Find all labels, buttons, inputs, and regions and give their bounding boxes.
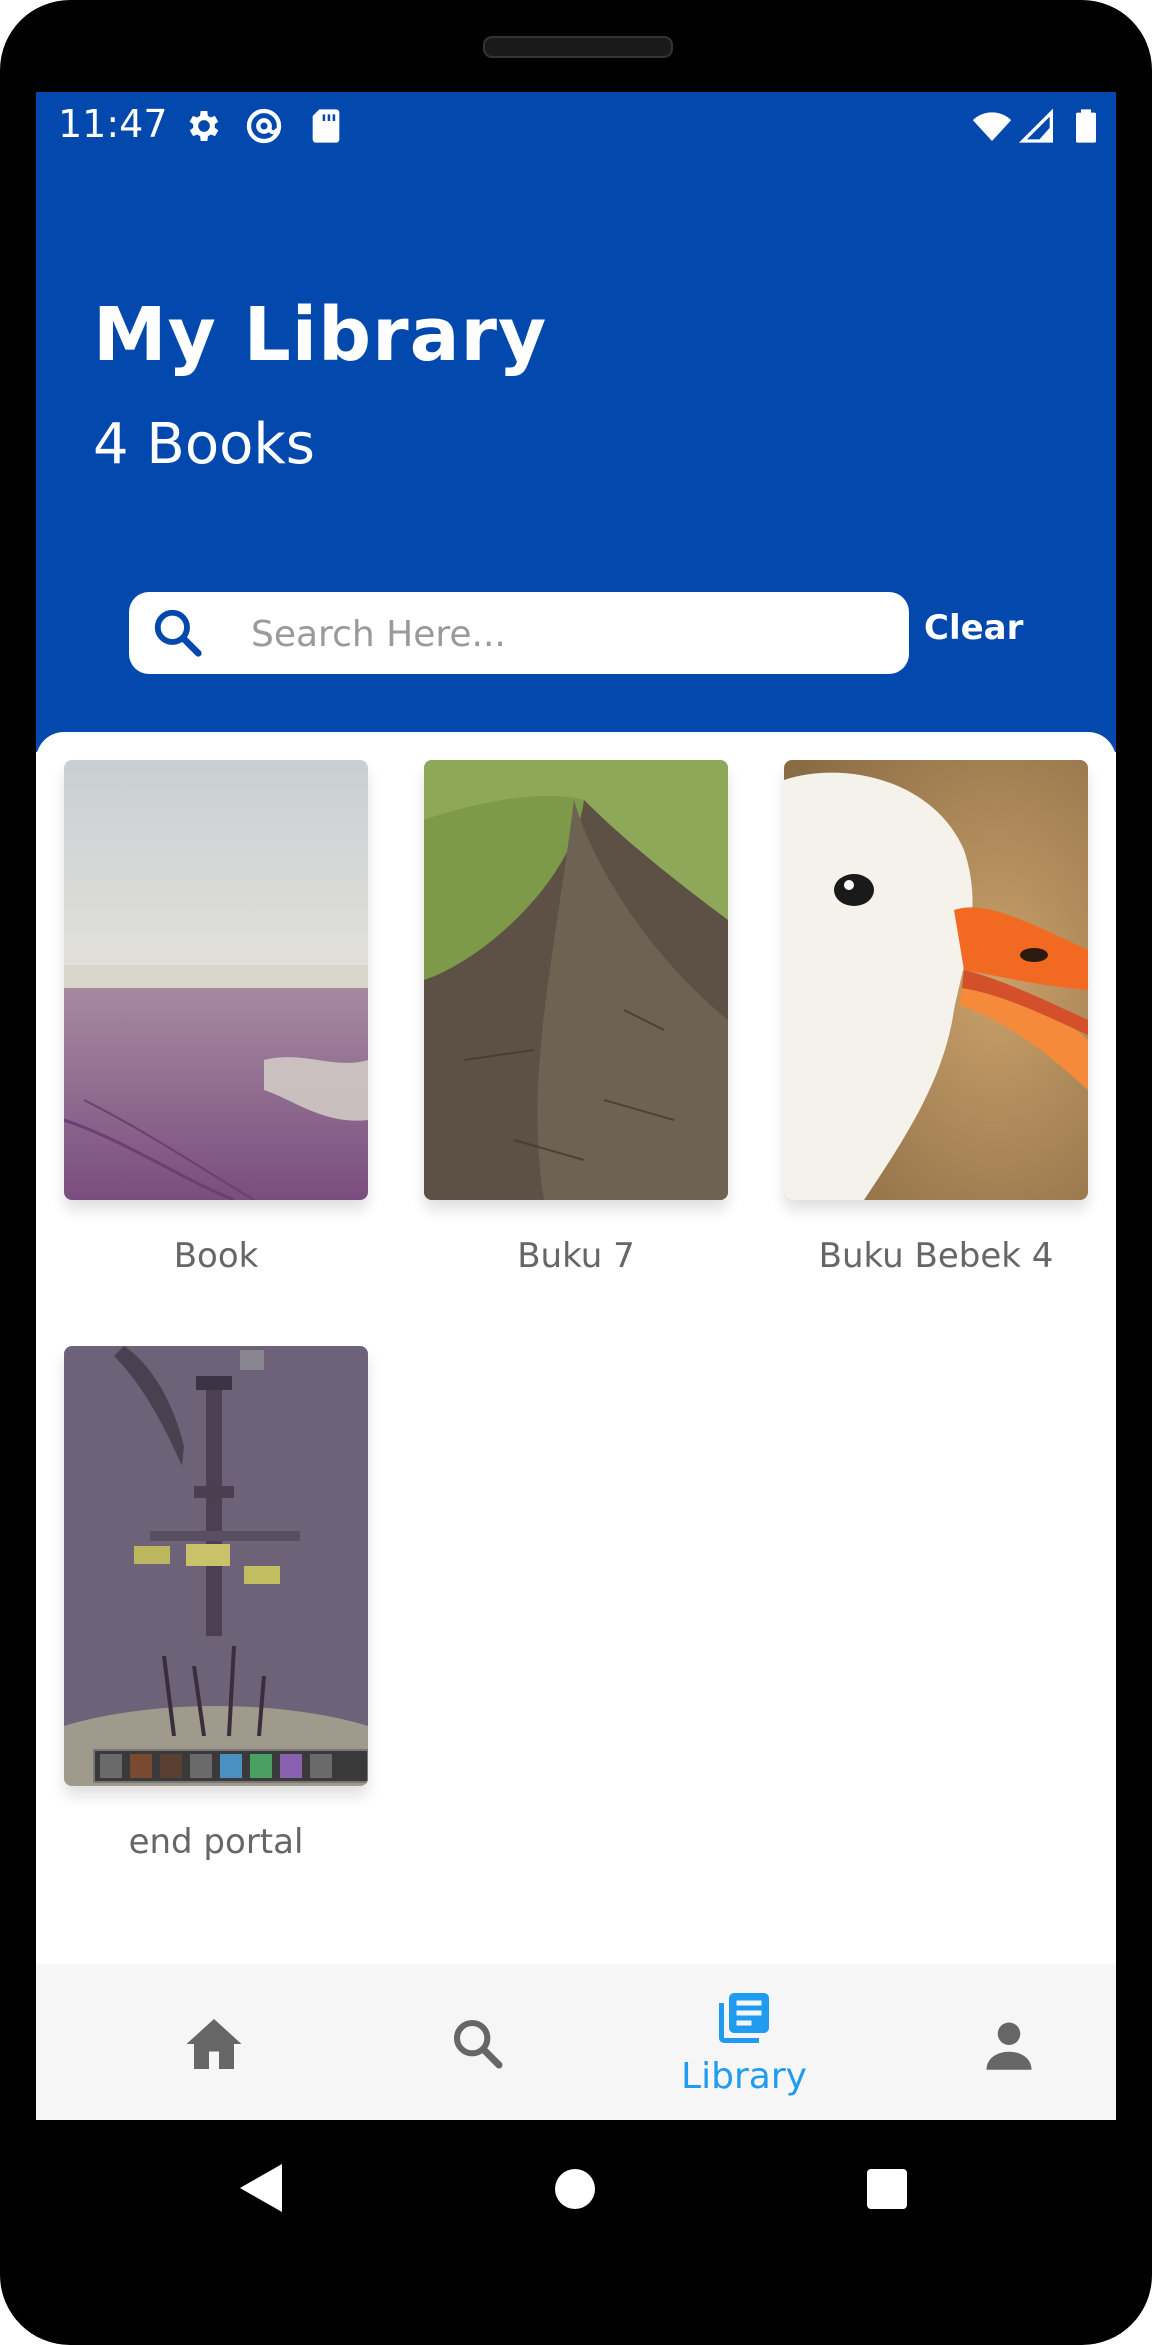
page-title: My Library [93,292,548,378]
system-navigation-bar [0,2120,1152,2280]
sd-card-icon [312,109,340,143]
library-icon [719,1993,769,2043]
battery-icon [1076,109,1096,143]
nav-library-label: Library [681,2056,807,2097]
person-icon [986,2022,1032,2070]
status-bar: 11:47 [36,92,1116,162]
book-grid: Book Buku 7 Buku Bebek 4 end portal [36,732,1116,2062]
nav-home[interactable] [114,1964,314,2120]
home-button-icon[interactable] [554,2168,596,2210]
book-title: end portal [128,1822,304,1862]
gear-icon [189,111,219,141]
library-header: 11:47 My Library 4 Books Search Here... … [36,92,1116,752]
book-title: Book [173,1236,259,1276]
book-title: Buku 7 [517,1236,635,1276]
book-cover-duck[interactable] [784,760,1088,1200]
at-sign-icon [246,108,282,144]
nav-profile[interactable] [910,1964,1110,2120]
recents-icon[interactable] [866,2168,908,2210]
nav-search[interactable] [378,1964,578,2120]
book-cover-end-portal[interactable] [64,1346,368,1786]
duck-cover-image [784,760,1088,1200]
search-input[interactable] [249,600,893,668]
signal-icon [1018,108,1053,143]
back-icon[interactable] [238,2162,284,2214]
earpiece-speaker [483,36,673,58]
status-time: 11:47 [58,102,168,146]
search-icon [453,2019,503,2069]
wifi-icon [972,112,1012,141]
device-frame: 11:47 My Library 4 Books Search Here... … [0,0,1152,2345]
bottom-navigation: Library [36,1964,1116,2120]
forest-path-cover-image [424,760,728,1200]
book-cover-path[interactable] [424,760,728,1200]
end-portal-cover-image [64,1346,368,1786]
app-screen: 11:47 My Library 4 Books Search Here... … [36,92,1116,2120]
nav-library[interactable]: Library [644,1964,844,2120]
clear-button[interactable]: Clear [924,608,1023,648]
book-cover-beach[interactable] [64,760,368,1200]
book-count: 4 Books [93,412,315,477]
search-icon [154,609,202,657]
home-icon [186,2019,242,2069]
book-title: Buku Bebek 4 [818,1236,1054,1276]
search-bar[interactable] [129,592,909,674]
beach-cover-image [64,760,368,1200]
